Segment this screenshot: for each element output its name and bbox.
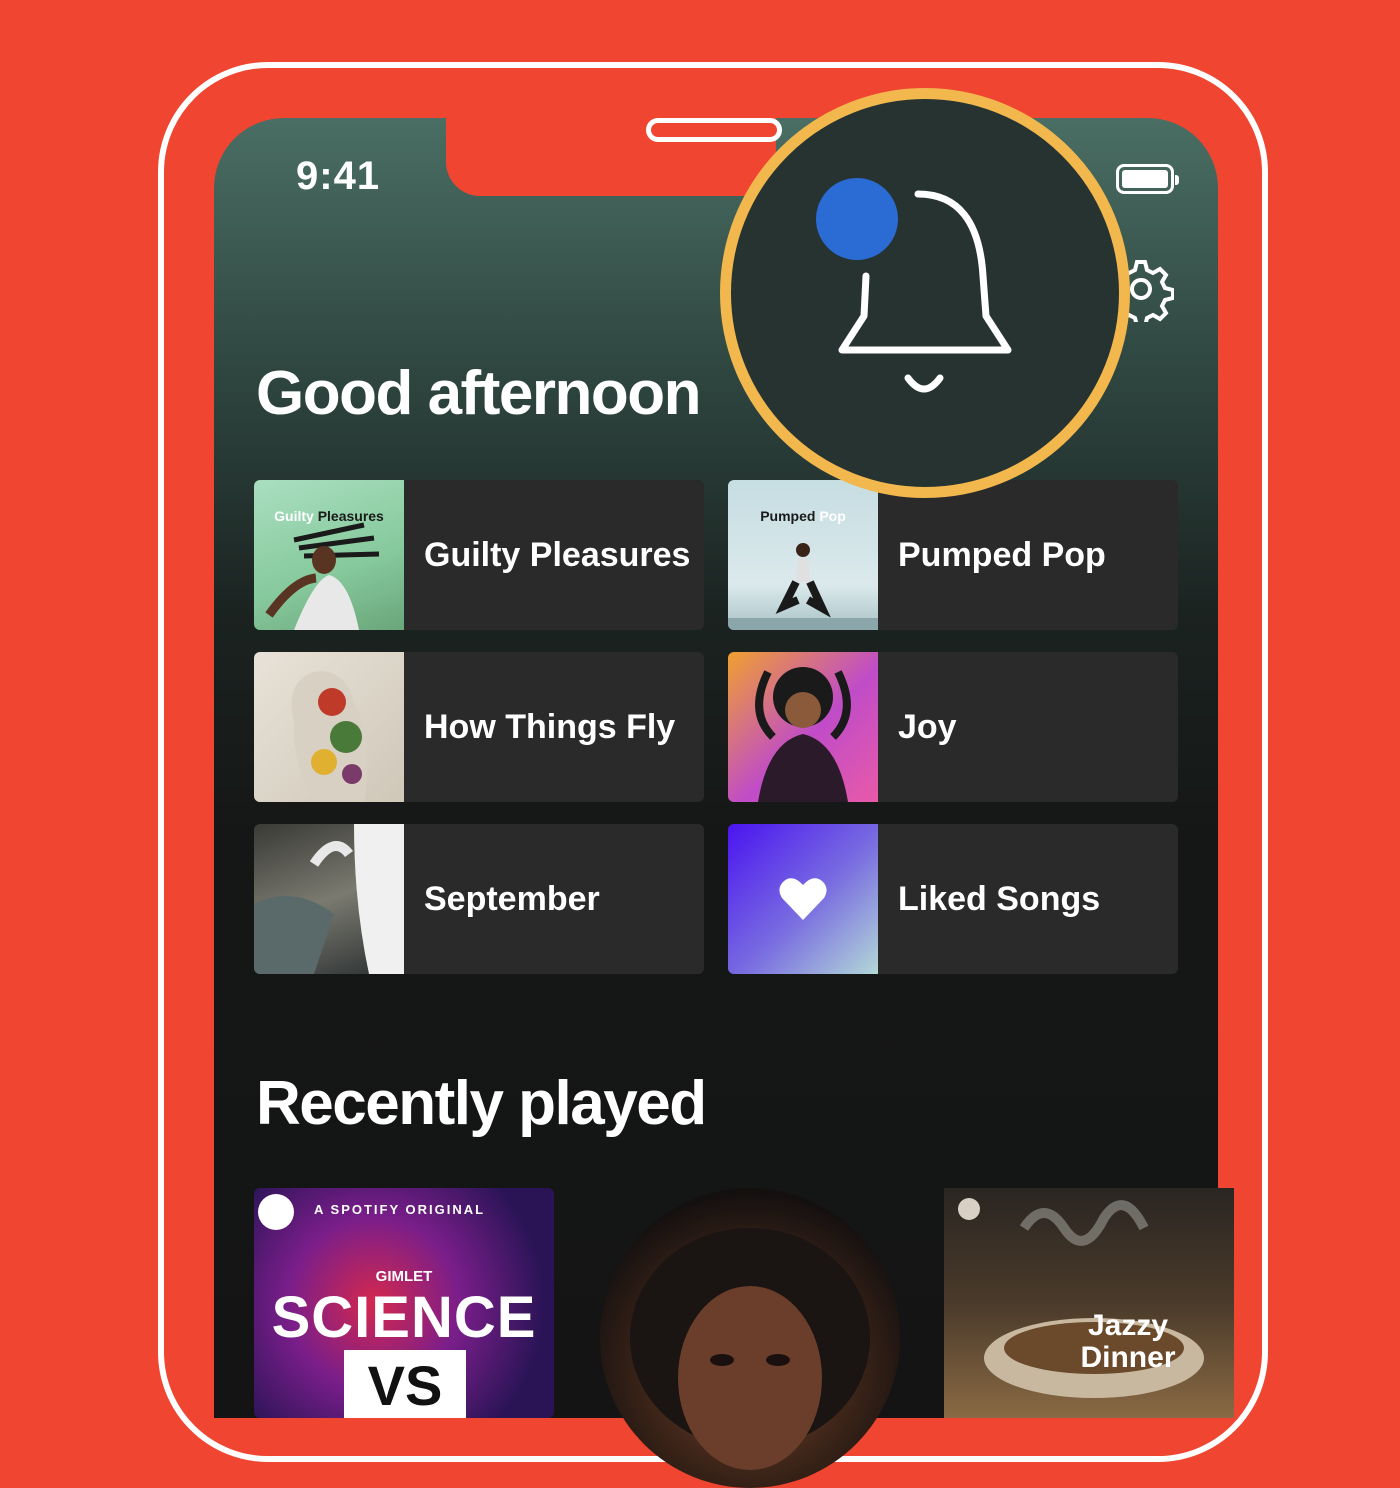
album-cover bbox=[254, 824, 404, 974]
card-kicker: A SPOTIFY ORIGINAL bbox=[314, 1202, 486, 1217]
cover-figure bbox=[291, 671, 368, 802]
playlist-cover bbox=[728, 652, 878, 802]
greeting-heading: Good afternoon bbox=[256, 359, 701, 428]
recently-played-row: A SPOTIFY ORIGINAL GIMLET SCIENCE VS Jaz… bbox=[254, 1188, 1234, 1488]
recent-card[interactable]: A SPOTIFY ORIGINAL GIMLET SCIENCE VS bbox=[254, 1188, 554, 1418]
shortcut-tile[interactable]: Joy bbox=[728, 652, 1178, 802]
shortcut-label: Guilty Pleasures bbox=[424, 535, 691, 574]
shortcut-tile[interactable]: September bbox=[254, 824, 704, 974]
podcast-icon bbox=[258, 1194, 294, 1230]
phone-speaker bbox=[646, 118, 782, 142]
card-title: VS bbox=[344, 1350, 466, 1418]
heart-icon bbox=[779, 878, 827, 920]
playlist-cover: Guilty Pleasures bbox=[254, 480, 404, 630]
card-title: SCIENCE bbox=[271, 1285, 537, 1350]
cover-figure bbox=[755, 667, 851, 802]
battery-icon bbox=[1116, 164, 1179, 194]
section-heading: Recently played bbox=[256, 1069, 707, 1138]
recent-card[interactable]: Jazzy Dinner bbox=[944, 1188, 1234, 1418]
card-photo bbox=[984, 1200, 1204, 1398]
shortcut-grid: Guilty Pleasures Guilty Pleasures Pumped… bbox=[254, 480, 1178, 974]
card-publisher: GIMLET bbox=[375, 1268, 433, 1285]
cover-figure bbox=[265, 522, 380, 630]
shortcut-label: Pumped Pop bbox=[898, 535, 1106, 574]
shortcut-tile[interactable]: Liked Songs bbox=[728, 824, 1178, 974]
cover-figure bbox=[254, 824, 404, 974]
card-title: Jazzy Dinner bbox=[1080, 1309, 1176, 1374]
shortcut-label: How Things Fly bbox=[424, 707, 676, 746]
cover-figure bbox=[728, 543, 878, 630]
shortcut-tile[interactable]: Guilty Pleasures Guilty Pleasures bbox=[254, 480, 704, 630]
recent-artist-card[interactable] bbox=[600, 1188, 900, 1488]
status-time: 9:41 bbox=[296, 154, 381, 198]
shortcut-label: Liked Songs bbox=[898, 879, 1101, 918]
shortcut-label: September bbox=[424, 879, 600, 918]
playlist-cover: Pumped Pop bbox=[728, 480, 878, 630]
shortcut-tile[interactable]: How Things Fly bbox=[254, 652, 704, 802]
album-cover bbox=[254, 652, 404, 802]
shortcut-tile[interactable]: Pumped Pop Pumped Pop bbox=[728, 480, 1178, 630]
artist-photo bbox=[630, 1228, 870, 1470]
notification-dot bbox=[816, 178, 898, 260]
shortcut-label: Joy bbox=[898, 707, 957, 746]
liked-songs-cover bbox=[728, 824, 878, 974]
